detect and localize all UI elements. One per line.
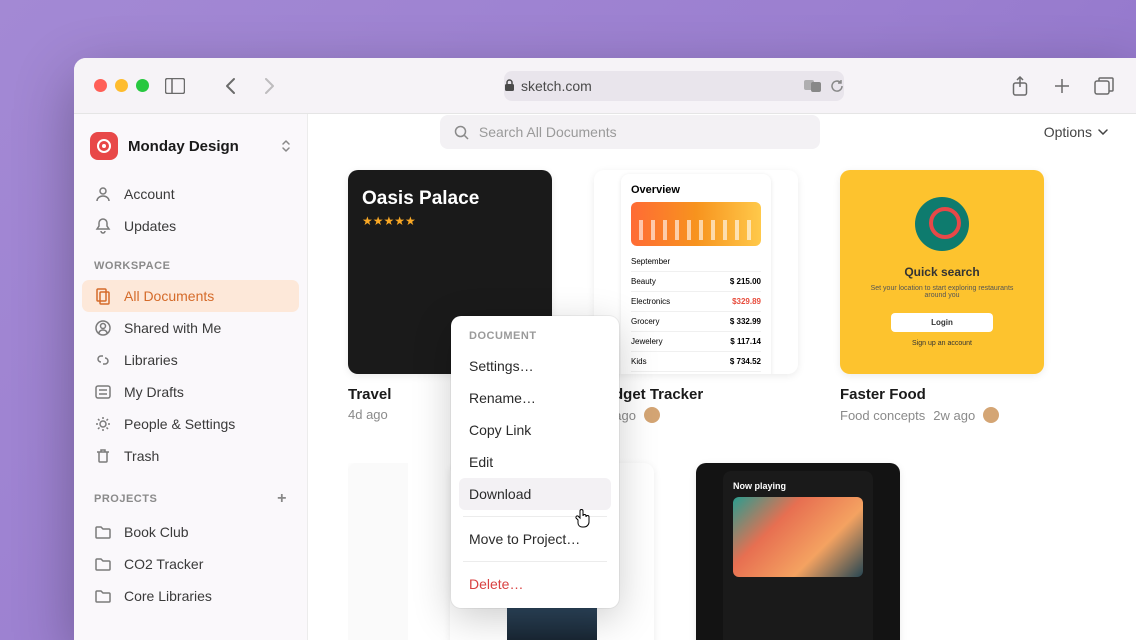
address-bar[interactable]: sketch.com bbox=[504, 71, 844, 101]
forward-icon[interactable] bbox=[257, 74, 281, 98]
ctx-copy-link[interactable]: Copy Link bbox=[459, 414, 611, 446]
translate-icon[interactable] bbox=[804, 79, 822, 93]
browser-titlebar: sketch.com bbox=[74, 58, 1136, 114]
person-icon bbox=[94, 185, 112, 203]
sidebar-item-updates[interactable]: Updates bbox=[82, 210, 299, 242]
sidebar-item-label: People & Settings bbox=[124, 416, 235, 432]
lock-icon bbox=[504, 79, 515, 92]
sidebar: Monday Design Account Updates WORKSPACE … bbox=[74, 114, 308, 640]
workspace-section-header: WORKSPACE bbox=[82, 242, 299, 280]
document-thumbnail: Overview September Beauty$ 215.00 Electr… bbox=[594, 170, 798, 374]
trash-icon bbox=[94, 447, 112, 465]
document-title: Faster Food bbox=[840, 386, 1044, 403]
sidebar-item-label: Libraries bbox=[124, 352, 178, 368]
project-label: Core Libraries bbox=[124, 588, 212, 604]
share-icon[interactable] bbox=[1008, 74, 1032, 98]
documents-icon bbox=[94, 287, 112, 305]
avatar bbox=[644, 407, 660, 423]
sidebar-item-trash[interactable]: Trash bbox=[82, 440, 299, 472]
url-host: sketch.com bbox=[521, 78, 592, 94]
search-input[interactable] bbox=[479, 124, 806, 140]
link-icon bbox=[94, 351, 112, 369]
document-thumbnail: Now playing bbox=[696, 463, 900, 640]
sidebar-item-label: My Drafts bbox=[124, 384, 184, 400]
safari-window: sketch.com bbox=[74, 58, 1136, 640]
new-tab-icon[interactable] bbox=[1050, 74, 1074, 98]
context-menu: DOCUMENT Settings… Rename… Copy Link Edi… bbox=[451, 316, 619, 608]
projects-section-header: PROJECTS + bbox=[82, 472, 299, 516]
document-card[interactable]: Overview September Beauty$ 215.00 Electr… bbox=[594, 170, 798, 423]
reload-icon[interactable] bbox=[830, 79, 844, 93]
workspace-logo bbox=[90, 132, 118, 160]
ctx-download[interactable]: Download bbox=[459, 478, 611, 510]
options-label: Options bbox=[1044, 124, 1092, 140]
project-label: CO2 Tracker bbox=[124, 556, 203, 572]
workspace-name: Monday Design bbox=[128, 138, 239, 155]
sidebar-item-drafts[interactable]: My Drafts bbox=[82, 376, 299, 408]
sidebar-item-shared[interactable]: Shared with Me bbox=[82, 312, 299, 344]
document-card[interactable]: Quick search Set your location to start … bbox=[840, 170, 1044, 423]
shared-icon bbox=[94, 319, 112, 337]
sidebar-item-label: Account bbox=[124, 186, 175, 202]
window-zoom[interactable] bbox=[136, 79, 149, 92]
document-thumbnail bbox=[348, 463, 408, 640]
sidebar-item-label: All Documents bbox=[124, 288, 214, 304]
sidebar-item-project[interactable]: Core Libraries bbox=[82, 580, 299, 612]
traffic-lights bbox=[94, 79, 149, 92]
sidebar-item-libraries[interactable]: Libraries bbox=[82, 344, 299, 376]
drafts-icon bbox=[94, 383, 112, 401]
gear-icon bbox=[94, 415, 112, 433]
tabs-icon[interactable] bbox=[1092, 74, 1116, 98]
document-grid: Oasis Palace ★★★★★ Travel 4d ago Overvie… bbox=[308, 150, 1136, 640]
chevron-updown-icon bbox=[281, 139, 291, 153]
add-project-button[interactable]: + bbox=[277, 490, 287, 508]
project-label: Book Club bbox=[124, 524, 189, 540]
document-thumbnail: Quick search Set your location to start … bbox=[840, 170, 1044, 374]
document-card[interactable]: Hybrid iOS Concepts bbox=[348, 463, 408, 640]
cursor-pointer-icon bbox=[574, 508, 592, 526]
main-panel: Options Oasis Palace ★★★★★ Travel 4d ago bbox=[308, 114, 1136, 640]
chevron-down-icon bbox=[1098, 129, 1108, 135]
document-title: Budget Tracker bbox=[594, 386, 798, 403]
sidebar-item-label: Shared with Me bbox=[124, 320, 221, 336]
folder-icon bbox=[94, 587, 112, 605]
window-close[interactable] bbox=[94, 79, 107, 92]
ctx-rename[interactable]: Rename… bbox=[459, 382, 611, 414]
workspace-switcher[interactable]: Monday Design bbox=[82, 128, 299, 178]
sidebar-toggle-icon[interactable] bbox=[163, 74, 187, 98]
sidebar-item-project[interactable]: Book Club bbox=[82, 516, 299, 548]
document-time: 4d ago bbox=[348, 407, 388, 422]
sidebar-item-account[interactable]: Account bbox=[82, 178, 299, 210]
bell-icon bbox=[94, 217, 112, 235]
context-menu-header: DOCUMENT bbox=[459, 324, 611, 350]
folder-icon bbox=[94, 555, 112, 573]
sidebar-item-people-settings[interactable]: People & Settings bbox=[82, 408, 299, 440]
back-icon[interactable] bbox=[219, 74, 243, 98]
search-icon bbox=[454, 125, 469, 140]
topbar: Options bbox=[308, 114, 1136, 150]
ctx-delete[interactable]: Delete… bbox=[459, 568, 611, 600]
search-box[interactable] bbox=[440, 115, 820, 149]
document-card[interactable]: Now playing bbox=[696, 463, 900, 640]
sidebar-item-all-documents[interactable]: All Documents bbox=[82, 280, 299, 312]
document-time: 2w ago bbox=[933, 408, 975, 423]
window-minimize[interactable] bbox=[115, 79, 128, 92]
sidebar-item-project[interactable]: CO2 Tracker bbox=[82, 548, 299, 580]
sidebar-item-label: Updates bbox=[124, 218, 176, 234]
ctx-settings[interactable]: Settings… bbox=[459, 350, 611, 382]
folder-icon bbox=[94, 523, 112, 541]
document-subtitle: Food concepts bbox=[840, 408, 925, 423]
sidebar-item-label: Trash bbox=[124, 448, 159, 464]
divider bbox=[463, 561, 607, 562]
options-button[interactable]: Options bbox=[1044, 124, 1108, 140]
ctx-edit[interactable]: Edit bbox=[459, 446, 611, 478]
avatar bbox=[983, 407, 999, 423]
